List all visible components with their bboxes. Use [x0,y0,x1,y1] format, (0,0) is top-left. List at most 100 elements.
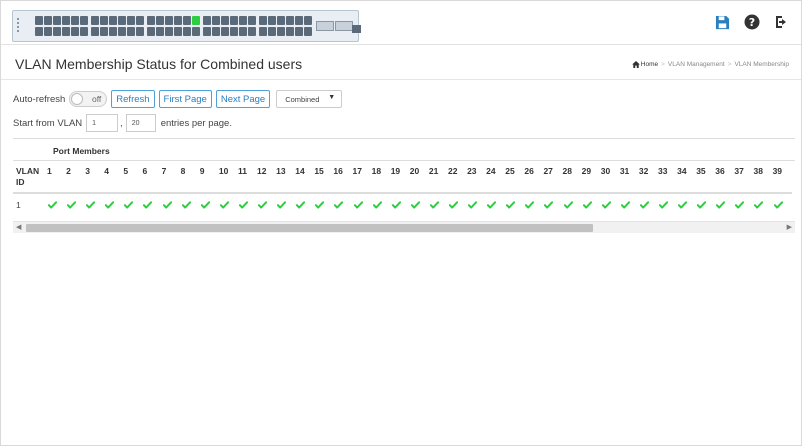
port-member-cell[interactable] [47,194,66,216]
switch-port[interactable] [127,27,135,36]
port-member-cell[interactable] [505,194,524,216]
port-member-cell[interactable] [563,194,582,216]
save-icon[interactable] [713,13,731,31]
breadcrumb-home[interactable]: Home [631,61,658,68]
switch-port[interactable] [62,16,70,25]
port-member-cell[interactable] [104,194,123,216]
port-member-cell[interactable] [410,194,429,216]
port-member-cell[interactable] [85,194,104,216]
port-member-cell[interactable] [773,194,792,216]
port-member-cell[interactable] [429,194,448,216]
switch-port[interactable] [295,27,303,36]
switch-port[interactable] [118,27,126,36]
port-member-cell[interactable] [467,194,486,216]
switch-port[interactable] [248,16,256,25]
switch-port[interactable] [304,16,312,25]
port-member-cell[interactable] [696,194,715,216]
switch-port[interactable] [35,27,43,36]
switch-port[interactable] [71,16,79,25]
help-icon[interactable]: ? [743,13,761,31]
port-member-cell[interactable] [639,194,658,216]
port-member-cell[interactable] [238,194,257,216]
start-vlan-input[interactable]: 1 [86,114,119,132]
auto-refresh-toggle[interactable]: off [69,91,108,107]
port-member-cell[interactable] [257,194,276,216]
switch-port[interactable] [239,27,247,36]
port-member-cell[interactable] [543,194,562,216]
switch-port[interactable] [259,27,267,36]
port-member-cell[interactable] [181,194,200,216]
switch-port[interactable] [286,27,294,36]
port-member-cell[interactable] [276,194,295,216]
switch-port[interactable] [248,27,256,36]
logout-icon[interactable] [773,13,791,31]
switch-port[interactable] [165,27,173,36]
sfp-port[interactable] [335,21,353,31]
entries-per-page-input[interactable]: 20 [125,114,156,132]
switch-port[interactable] [136,27,144,36]
port-member-cell[interactable] [372,194,391,216]
switch-port[interactable] [212,16,220,25]
port-member-cell[interactable] [219,194,238,216]
port-member-cell[interactable] [677,194,696,216]
port-member-cell[interactable] [734,194,753,216]
port-member-cell[interactable] [314,194,333,216]
switch-port[interactable] [192,27,200,36]
switch-port[interactable] [118,16,126,25]
switch-port[interactable] [156,16,164,25]
horizontal-scrollbar[interactable]: ◀ ▶ [13,221,795,233]
scrollbar-thumb[interactable] [26,224,593,232]
switch-port[interactable] [109,16,117,25]
port-member-cell[interactable] [295,194,314,216]
switch-port[interactable] [286,16,294,25]
switch-port[interactable] [192,16,200,25]
sfp-port[interactable] [316,21,334,31]
switch-port[interactable] [147,27,155,36]
port-member-cell[interactable] [448,194,467,216]
switch-port[interactable] [100,16,108,25]
port-member-cell[interactable] [353,194,372,216]
port-member-cell[interactable] [753,194,772,216]
switch-port[interactable] [268,16,276,25]
switch-port[interactable] [127,16,135,25]
switch-port[interactable] [221,27,229,36]
switch-port[interactable] [295,16,303,25]
switch-port[interactable] [147,16,155,25]
user-select[interactable]: Combined ▼ [276,90,343,108]
switch-port[interactable] [183,16,191,25]
first-page-button[interactable]: First Page [158,90,212,108]
port-member-cell[interactable] [142,194,161,216]
switch-port[interactable] [80,16,88,25]
switch-port[interactable] [100,27,108,36]
switch-port[interactable] [80,27,88,36]
port-member-cell[interactable] [200,194,219,216]
switch-port[interactable] [174,16,182,25]
switch-port[interactable] [165,16,173,25]
refresh-button[interactable]: Refresh [111,90,155,108]
switch-port[interactable] [230,16,238,25]
port-member-cell[interactable] [123,194,142,216]
switch-port[interactable] [62,27,70,36]
switch-port[interactable] [91,27,99,36]
switch-port[interactable] [71,27,79,36]
port-member-cell[interactable] [524,194,543,216]
switch-port[interactable] [136,16,144,25]
switch-port[interactable] [212,27,220,36]
breadcrumb-item-vlan-management[interactable]: VLAN Management [668,61,725,68]
switch-port[interactable] [230,27,238,36]
switch-port[interactable] [277,16,285,25]
switch-port[interactable] [203,27,211,36]
port-member-cell[interactable] [391,194,410,216]
switch-port[interactable] [53,16,61,25]
port-member-cell[interactable] [582,194,601,216]
switch-port[interactable] [53,27,61,36]
sfp-port[interactable] [352,25,361,33]
switch-port[interactable] [183,27,191,36]
port-member-cell[interactable] [333,194,352,216]
port-member-cell[interactable] [620,194,639,216]
switch-port[interactable] [109,27,117,36]
next-page-button[interactable]: Next Page [215,90,271,108]
port-member-cell[interactable] [715,194,734,216]
port-member-cell[interactable] [486,194,505,216]
scroll-right-icon[interactable]: ▶ [787,223,792,231]
